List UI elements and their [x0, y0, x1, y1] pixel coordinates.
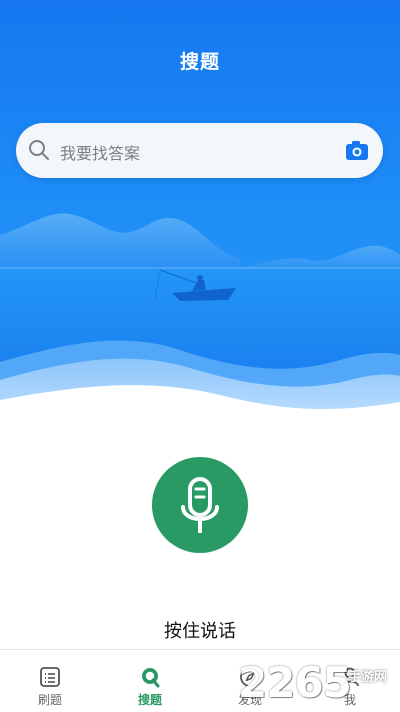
watermark-logo: 2265 手游网	[238, 658, 396, 707]
search-icon	[29, 140, 49, 160]
search-bar[interactable]: 我要找答案	[16, 123, 383, 178]
watermark-text: 手游网	[348, 670, 388, 685]
search-input[interactable]: 我要找答案	[60, 140, 140, 164]
camera-icon[interactable]	[345, 139, 369, 161]
tab-search[interactable]: 搜题	[100, 650, 200, 712]
page-title: 搜题	[179, 51, 220, 73]
microphone-icon	[181, 477, 219, 533]
voice-button[interactable]	[152, 457, 248, 553]
search-q-icon	[142, 668, 160, 688]
tab-label: 刷题	[37, 693, 62, 707]
hold-to-talk-label: 按住说话	[164, 621, 236, 642]
list-icon	[40, 667, 60, 687]
tab-label: 搜题	[137, 693, 162, 707]
watermark-number: 2265	[238, 658, 352, 707]
tab-practice[interactable]: 刷题	[0, 650, 100, 712]
